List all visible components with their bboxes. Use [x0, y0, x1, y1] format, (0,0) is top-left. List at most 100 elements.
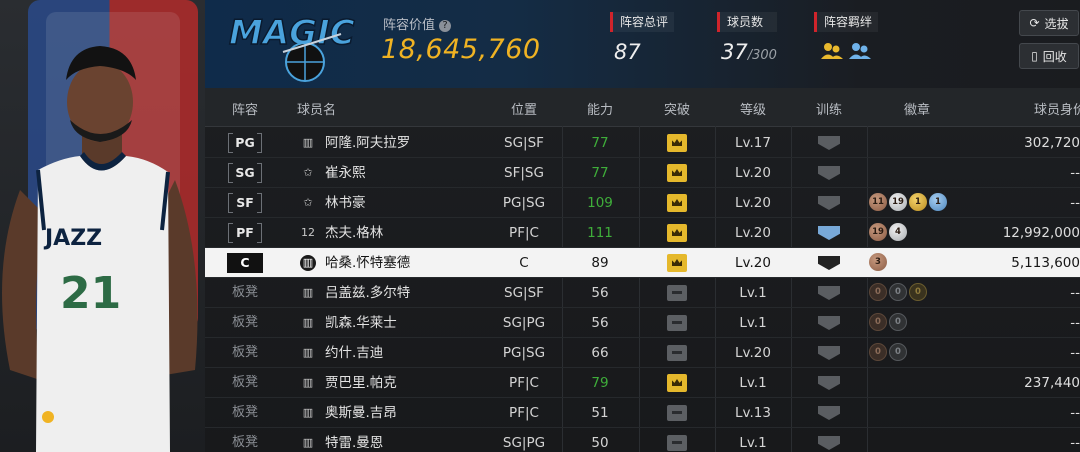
player-name[interactable]: 哈桑.怀特塞德	[325, 248, 410, 278]
bench-slot-label: 板凳	[232, 285, 259, 300]
player-portrait: JAZZ 21	[2, 46, 198, 452]
help-icon[interactable]: ?	[439, 20, 452, 32]
player-name[interactable]: 奥斯曼.吉昂	[325, 398, 397, 428]
breakthrough-icon[interactable]	[667, 345, 687, 361]
player-rating: 79	[591, 375, 609, 391]
badge-group: 3	[869, 253, 887, 271]
player-rating: 109	[587, 195, 613, 211]
breakthrough-icon[interactable]	[667, 374, 687, 392]
training-icon[interactable]	[818, 376, 840, 390]
col-position[interactable]: 位置	[484, 99, 564, 118]
breakthrough-icon[interactable]	[667, 224, 687, 242]
lineup-slot-badge: PG	[228, 133, 262, 153]
stat-overall-label: 阵容总评	[610, 12, 675, 32]
table-row[interactable]: 板凳 ▥ 凯森.华莱士 SG|PG 56 Lv.1 0 0 --	[205, 308, 1080, 338]
breakthrough-icon[interactable]	[667, 315, 687, 331]
jersey-team-text: JAZZ	[43, 226, 102, 251]
player-rating: 51	[591, 405, 609, 421]
player-name[interactable]: 约什.吉迪	[325, 338, 383, 368]
tier-bars-icon: ▥	[300, 255, 316, 271]
table-row[interactable]: C ▥ 哈桑.怀特塞德 C 89 Lv.20 3 5,113,600	[205, 248, 1080, 278]
lineup-slot-badge: SG	[228, 163, 262, 183]
tier-number-icon: 12	[301, 226, 315, 239]
player-name[interactable]: 阿隆.阿夫拉罗	[325, 128, 410, 158]
table-row[interactable]: SG ✩ 崔永熙 SF|SG 77 Lv.20 --	[205, 158, 1080, 188]
table-row[interactable]: 板凳 ▥ 约什.吉迪 PG|SG 66 Lv.20 0 0 --	[205, 338, 1080, 368]
document-icon: ▯	[1031, 49, 1038, 63]
col-badges[interactable]: 徽章	[867, 99, 967, 118]
breakthrough-icon[interactable]	[667, 285, 687, 301]
table-row[interactable]: 板凳 ▥ 吕盖兹.多尔特 SG|SF 56 Lv.1 0 0 0 --	[205, 278, 1080, 308]
table-row[interactable]: PF 12 杰夫.格林 PF|C 111 Lv.20 19 4 12,992,000	[205, 218, 1080, 248]
badge-group: 00	[869, 343, 907, 361]
player-position: C	[519, 255, 529, 271]
player-name[interactable]: 崔永熙	[325, 158, 366, 188]
training-icon[interactable]	[818, 166, 840, 180]
table-row[interactable]: 板凳 ▥ 奥斯曼.吉昂 PF|C 51 Lv.13 --	[205, 398, 1080, 428]
table-row[interactable]: PG ▥ 阿隆.阿夫拉罗 SG|SF 77 Lv.17 302,720	[205, 128, 1080, 158]
table-row[interactable]: 板凳 ▥ 贾巴里.帕克 PF|C 79 Lv.1 237,440	[205, 368, 1080, 398]
col-level[interactable]: 等级	[715, 99, 791, 118]
tier-bars-icon: ▥	[302, 406, 314, 419]
player-name[interactable]: 林书豪	[325, 188, 366, 218]
breakthrough-icon[interactable]	[667, 435, 687, 451]
tier-bars-icon: ▥	[302, 436, 314, 449]
player-name[interactable]: 凯森.华莱士	[325, 308, 397, 338]
training-icon[interactable]	[818, 136, 840, 150]
breakthrough-icon[interactable]	[667, 164, 687, 182]
training-icon[interactable]	[818, 406, 840, 420]
bench-slot-label: 板凳	[232, 435, 259, 450]
training-icon[interactable]	[818, 316, 840, 330]
col-rating[interactable]: 能力	[562, 99, 638, 118]
training-icon[interactable]	[818, 286, 840, 300]
col-player-name[interactable]: 球员名	[297, 99, 347, 118]
breakthrough-icon[interactable]	[667, 134, 687, 152]
col-player-value[interactable]: 球员身价	[1025, 99, 1080, 118]
col-lineup[interactable]: 阵容	[205, 99, 285, 118]
player-rating: 111	[587, 225, 613, 241]
badge-medal-icon: 0	[869, 343, 887, 361]
team-logo: MAGIC	[228, 12, 355, 82]
recycle-button[interactable]: ▯ 回收	[1019, 43, 1079, 69]
player-position: PF|C	[509, 375, 539, 391]
player-value: --	[1070, 285, 1080, 301]
player-position: PF|C	[509, 405, 539, 421]
player-value: --	[1070, 405, 1080, 421]
player-name[interactable]: 贾巴里.帕克	[325, 368, 397, 398]
stat-bonds[interactable]: 阵容羁绊	[814, 12, 879, 60]
stat-overall: 阵容总评 87	[610, 12, 675, 64]
badge-medal-icon: 0	[869, 283, 887, 301]
player-level: Lv.1	[739, 285, 767, 301]
badge-medal-icon: 4	[889, 223, 907, 241]
lineup-slot-badge: C	[227, 253, 263, 273]
stat-player-count-value: 37/300	[721, 40, 777, 64]
badge-medal-icon: 3	[869, 253, 887, 271]
badge-medal-icon: 1	[929, 193, 947, 211]
bond-icons[interactable]	[820, 42, 878, 60]
training-icon[interactable]	[818, 436, 840, 450]
table-row[interactable]: 板凳 ▥ 特雷.曼恩 SG|PG 50 Lv.1 --	[205, 428, 1080, 452]
stat-player-count-label: 球员数	[717, 12, 777, 32]
training-icon[interactable]	[818, 256, 840, 270]
select-button[interactable]: ⟳ 选拔	[1019, 10, 1079, 36]
player-position: SG|PG	[502, 315, 546, 331]
training-icon[interactable]	[818, 226, 840, 240]
player-name[interactable]: 特雷.曼恩	[325, 428, 383, 452]
player-position: SF|SG	[504, 165, 544, 181]
col-training[interactable]: 训练	[791, 99, 867, 118]
training-icon[interactable]	[818, 196, 840, 210]
breakthrough-icon[interactable]	[667, 194, 687, 212]
player-name[interactable]: 杰夫.格林	[325, 218, 383, 248]
table-row[interactable]: SF ✩ 林书豪 PG|SG 109 Lv.20 11 19 1 1 --	[205, 188, 1080, 218]
breakthrough-icon[interactable]	[667, 405, 687, 421]
tier-bars-icon: ▥	[302, 286, 314, 299]
player-name[interactable]: 吕盖兹.多尔特	[325, 278, 410, 308]
player-position: SG|SF	[504, 285, 544, 301]
training-icon[interactable]	[818, 346, 840, 360]
roster-table: 阵容 球员名 位置 能力 突破 等级 训练 徽章 球员身价 PG ▥ 阿隆.阿夫拉罗…	[205, 88, 1080, 452]
player-value: --	[1070, 315, 1080, 331]
breakthrough-icon[interactable]	[667, 254, 687, 272]
col-breakthrough[interactable]: 突破	[639, 99, 715, 118]
player-value: 302,720	[1024, 135, 1080, 151]
tier-bars-icon: ▥	[302, 316, 314, 329]
